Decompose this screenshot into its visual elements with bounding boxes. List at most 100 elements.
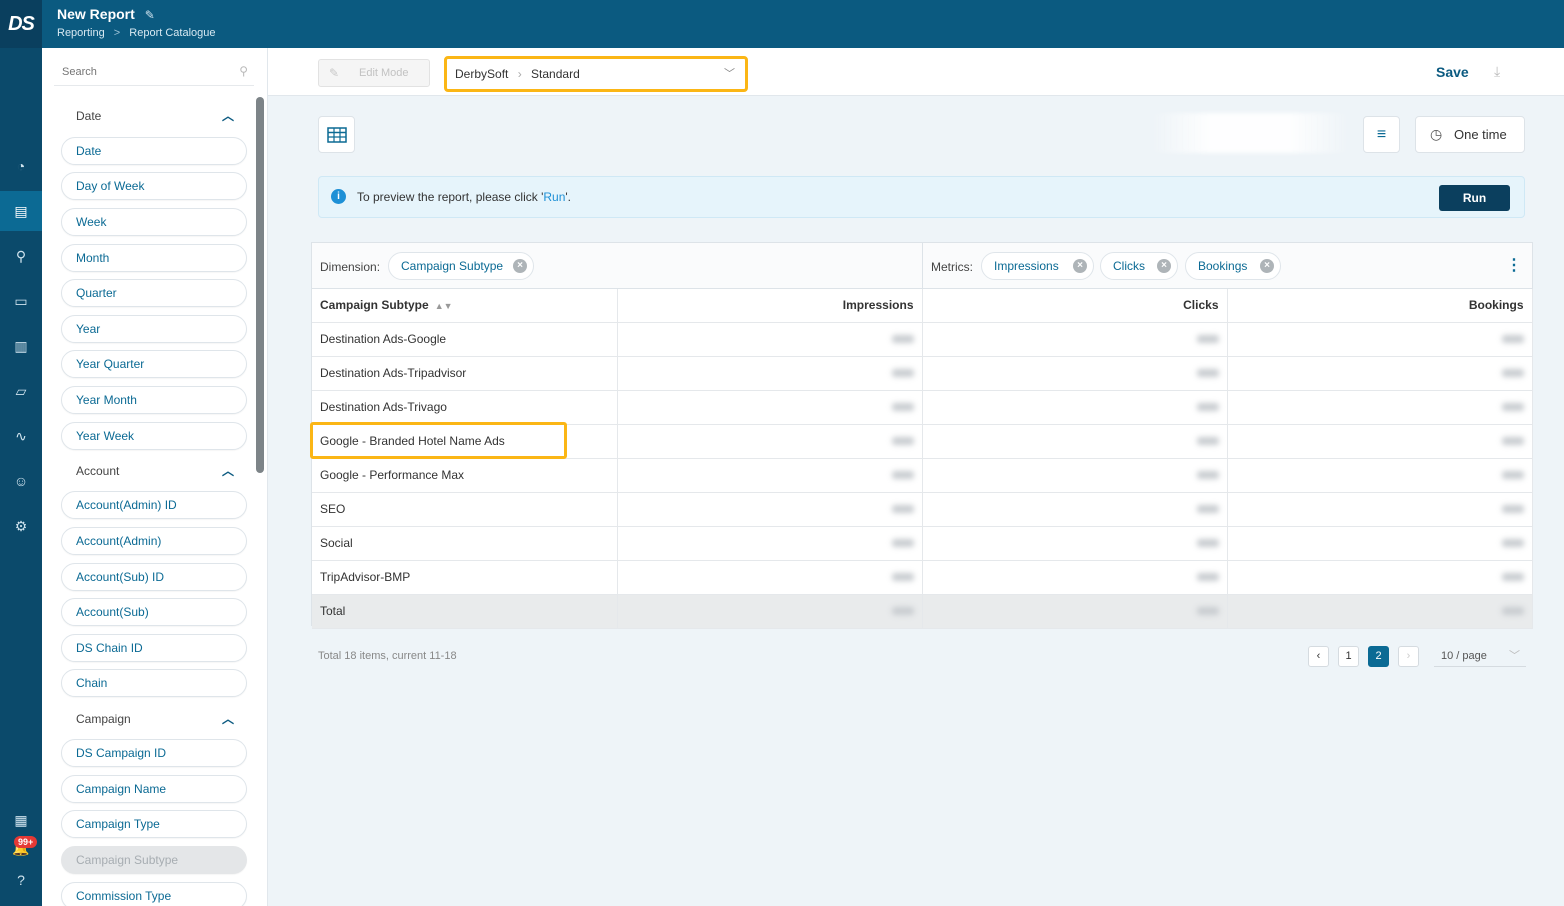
field-account-sub[interactable]: Account(Sub) <box>61 598 247 626</box>
user-icon[interactable]: ☺ <box>0 461 42 501</box>
settings-icon[interactable]: ⚙ <box>0 506 42 546</box>
breadcrumb: Reporting > Report Catalogue <box>57 27 216 39</box>
field-chain[interactable]: Chain <box>61 669 247 697</box>
breadcrumb-reporting[interactable]: Reporting <box>57 27 105 39</box>
field-ds-chain-id[interactable]: DS Chain ID <box>61 634 247 662</box>
group-date-header[interactable]: Date ︿ <box>76 109 234 123</box>
field-quarter[interactable]: Quarter <box>61 279 247 307</box>
row-label: Destination Ads-Trivago <box>312 390 618 425</box>
field-year-month[interactable]: Year Month <box>61 386 247 414</box>
field-commission-type[interactable]: Commission Type <box>61 882 247 906</box>
group-campaign-label: Campaign <box>76 712 131 726</box>
filter-button[interactable]: ≡ <box>1363 116 1400 153</box>
schedule-button[interactable]: ◷ One time <box>1415 116 1525 153</box>
message-run-link: Run <box>543 190 566 204</box>
more-options-icon[interactable]: ⋮ <box>1506 255 1522 275</box>
table-view-button[interactable] <box>318 116 355 153</box>
report-title-text: New Report <box>57 6 135 22</box>
field-search: ⚲ <box>54 60 254 86</box>
redacted-cell <box>617 458 923 493</box>
folder-icon[interactable]: ▱ <box>0 371 42 411</box>
table-row: Destination Ads-Tripadvisor <box>312 356 1533 391</box>
metric-chip-bookings[interactable]: Bookings × <box>1185 252 1281 280</box>
activity-icon[interactable]: ∿ <box>0 416 42 456</box>
chevron-up-icon[interactable]: ︿ <box>222 107 234 124</box>
field-week[interactable]: Week <box>61 208 247 236</box>
download-icon[interactable]: ⤓ <box>1494 63 1500 80</box>
search-input[interactable] <box>54 60 224 84</box>
table-header-row: Campaign Subtype ▲▼ Impressions Clicks Bo… <box>312 289 1533 323</box>
metric-chip-label: Clicks <box>1113 259 1145 273</box>
redacted-cell <box>617 424 923 459</box>
table-row: Google - Branded Hotel Name Ads <box>312 424 1533 459</box>
report-icon[interactable]: ▤ <box>0 191 42 231</box>
column-header-bookings[interactable]: Bookings <box>1227 289 1533 323</box>
help-icon[interactable]: ? <box>0 860 42 900</box>
sidebar-scrollbar[interactable] <box>256 97 264 473</box>
column-header-campaign-subtype[interactable]: Campaign Subtype ▲▼ <box>312 289 618 323</box>
sort-icon[interactable]: ▲▼ <box>435 301 453 311</box>
remove-metric-icon[interactable]: × <box>1157 259 1171 273</box>
group-account-header[interactable]: Account ︿ <box>76 464 234 478</box>
group-campaign-header[interactable]: Campaign ︿ <box>76 712 234 726</box>
chevron-down-icon: ﹀ <box>724 68 735 80</box>
redacted-cell <box>922 492 1228 527</box>
page-size-label: 10 / page <box>1441 650 1487 662</box>
table-icon <box>326 126 347 143</box>
page-1-button[interactable]: 1 <box>1338 646 1359 667</box>
save-button[interactable]: Save <box>1436 64 1469 80</box>
icon-rail: ◔ ▤ ⚲ ▭ ▥ ▱ ∿ ☺ ⚙ ▦ 🔔 99+ ? <box>0 48 42 906</box>
edit-title-icon[interactable]: ✎ <box>145 8 155 22</box>
row-label: Destination Ads-Tripadvisor <box>312 356 618 391</box>
field-day-of-week[interactable]: Day of Week <box>61 172 247 200</box>
field-account-sub-id[interactable]: Account(Sub) ID <box>61 563 247 591</box>
run-button[interactable]: Run <box>1439 185 1510 211</box>
column-header-clicks[interactable]: Clicks <box>922 289 1228 323</box>
field-account-admin-id[interactable]: Account(Admin) ID <box>61 491 247 519</box>
remove-metric-icon[interactable]: × <box>1073 259 1087 273</box>
edit-mode-button: ✎ Edit Mode <box>318 59 430 87</box>
page-2-button[interactable]: 2 <box>1368 646 1389 667</box>
field-account-admin[interactable]: Account(Admin) <box>61 527 247 555</box>
redacted-cell <box>922 560 1228 595</box>
app-header: DS New Report ✎ Reporting > Report Catal… <box>0 0 1564 48</box>
field-date[interactable]: Date <box>61 137 247 165</box>
field-sidebar: ⚲ Date ︿ Date Day of Week Week Month Qua… <box>42 48 268 906</box>
field-campaign-name[interactable]: Campaign Name <box>61 775 247 803</box>
table-row: Destination Ads-Google <box>312 322 1533 357</box>
dashboard-icon[interactable]: ◔ <box>0 146 42 186</box>
redacted-cell <box>922 594 1228 629</box>
chevron-up-icon[interactable]: ︿ <box>222 710 234 727</box>
redacted-cell <box>617 492 923 527</box>
wallet-icon[interactable]: ▭ <box>0 281 42 321</box>
building-icon[interactable]: ▥ <box>0 326 42 366</box>
preview-info-banner: i To preview the report, please click 'R… <box>318 176 1525 218</box>
ds-logo[interactable]: DS <box>0 0 42 48</box>
metric-chip-clicks[interactable]: Clicks × <box>1100 252 1178 280</box>
chevron-up-icon[interactable]: ︿ <box>222 462 234 479</box>
prev-page-button[interactable]: ‹ <box>1308 646 1329 667</box>
column-header-impressions[interactable]: Impressions <box>617 289 923 323</box>
field-year-quarter[interactable]: Year Quarter <box>61 350 247 378</box>
redacted-cell <box>1227 560 1533 595</box>
row-label: Google - Branded Hotel Name Ads <box>312 424 618 459</box>
dimension-chip-campaign-subtype[interactable]: Campaign Subtype × <box>388 252 534 280</box>
field-year-week[interactable]: Year Week <box>61 422 247 450</box>
redacted-cell <box>617 322 923 357</box>
remove-dimension-icon[interactable]: × <box>513 259 527 273</box>
dimension-chip-label: Campaign Subtype <box>401 259 504 273</box>
data-source-select[interactable]: DerbySoft › Standard ﹀ <box>444 56 748 92</box>
breadcrumb-report-catalogue[interactable]: Report Catalogue <box>129 27 215 39</box>
field-campaign-type[interactable]: Campaign Type <box>61 810 247 838</box>
metric-chip-impressions[interactable]: Impressions × <box>981 252 1094 280</box>
pagination-summary: Total 18 items, current 11-18 <box>318 650 457 662</box>
field-year[interactable]: Year <box>61 315 247 343</box>
message-suffix: '. <box>565 190 572 204</box>
field-ds-campaign-id[interactable]: DS Campaign ID <box>61 739 247 767</box>
search-icon[interactable]: ⚲ <box>239 64 248 78</box>
redacted-selector[interactable] <box>1150 113 1350 153</box>
remove-metric-icon[interactable]: × <box>1260 259 1274 273</box>
page-size-select[interactable]: 10 / page ﹀ <box>1434 646 1526 667</box>
field-month[interactable]: Month <box>61 244 247 272</box>
rocket-icon[interactable]: ⚲ <box>0 236 42 276</box>
